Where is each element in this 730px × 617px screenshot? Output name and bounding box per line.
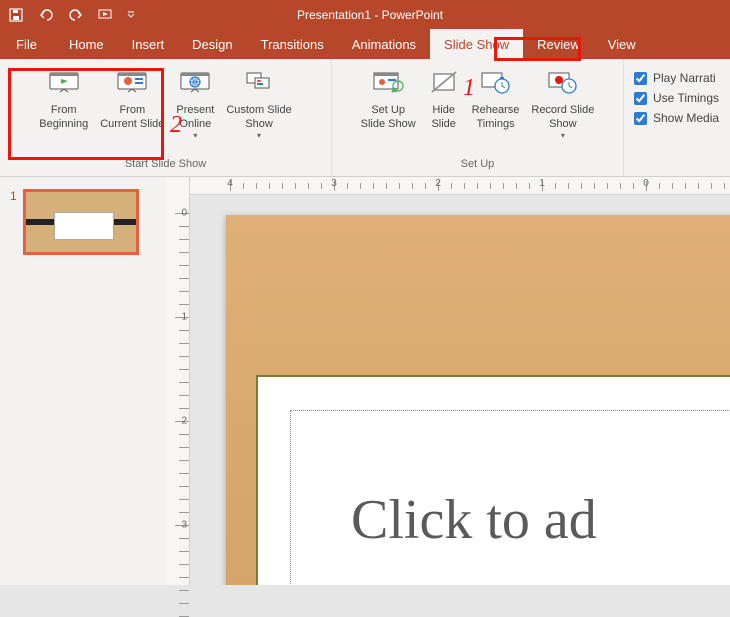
horizontal-ruler: 4 3 2 1 0 (190, 177, 730, 195)
play-narrations-checkbox[interactable]: Play Narrati (634, 71, 719, 85)
ruler-label: 4 (227, 178, 233, 189)
play-narrations-label: Play Narrati (653, 71, 716, 85)
group-label-start: Start Slide Show (125, 155, 206, 175)
record-slideshow-icon (547, 67, 579, 99)
custom-slideshow-label: Custom SlideShow (226, 103, 291, 131)
tab-view[interactable]: View (594, 29, 650, 59)
chevron-down-icon: ▾ (193, 131, 197, 140)
show-media-label: Show Media (653, 111, 719, 125)
qat-customize-icon[interactable] (126, 5, 136, 25)
window-title: Presentation1 - PowerPoint (136, 8, 604, 22)
slide: Click to ad (226, 215, 730, 585)
ribbon-tabs: File Home Insert Design Transitions Anim… (0, 29, 730, 59)
set-up-slideshow-button[interactable]: Set UpSlide Show (355, 63, 422, 131)
tab-file[interactable]: File (4, 29, 55, 59)
tab-insert[interactable]: Insert (118, 29, 179, 59)
hide-slide-icon (428, 67, 460, 99)
custom-slideshow-button[interactable]: Custom SlideShow ▾ (220, 63, 297, 140)
ruler-label: 1 (181, 312, 187, 323)
slide-thumbnails-panel: 1 (0, 177, 166, 585)
group-setup: Set UpSlide Show HideSlide RehearseTimin… (332, 59, 624, 176)
from-current-slide-icon (116, 67, 148, 99)
tab-transitions[interactable]: Transitions (247, 29, 338, 59)
chevron-down-icon: ▾ (561, 131, 565, 140)
quick-access-toolbar (6, 5, 136, 25)
ribbon: FromBeginning FromCurrent Slide PresentO… (0, 59, 730, 177)
tab-home[interactable]: Home (55, 29, 118, 59)
set-up-slideshow-label: Set UpSlide Show (361, 103, 416, 131)
group-start-slideshow: FromBeginning FromCurrent Slide PresentO… (0, 59, 332, 176)
group-label-setup: Set Up (461, 155, 495, 175)
from-beginning-button[interactable]: FromBeginning (33, 63, 94, 131)
ruler-label: 0 (643, 178, 649, 189)
slideshow-from-start-icon[interactable] (96, 5, 116, 25)
checkbox-input[interactable] (634, 72, 647, 85)
ruler-label: 1 (539, 178, 545, 189)
use-timings-label: Use Timings (653, 91, 719, 105)
present-online-icon (179, 67, 211, 99)
chevron-down-icon: ▾ (257, 131, 261, 140)
checkbox-input[interactable] (634, 92, 647, 105)
from-beginning-label: FromBeginning (39, 103, 88, 131)
save-icon[interactable] (6, 5, 26, 25)
rehearse-timings-button[interactable]: RehearseTimings (466, 63, 526, 131)
rehearse-timings-label: RehearseTimings (472, 103, 520, 131)
ruler-label: 2 (181, 416, 187, 427)
title-placeholder[interactable]: Click to ad (290, 410, 730, 585)
tab-slideshow[interactable]: Slide Show (430, 29, 523, 59)
ruler-label: 2 (435, 178, 441, 189)
work-area: 1 0 1 2 3 4 3 2 1 0 Click to ad (0, 177, 730, 585)
thumbnail-number: 1 (10, 189, 17, 573)
setup-checkboxes: Play Narrati Use Timings Show Media (624, 59, 727, 176)
record-slideshow-label: Record SlideShow (531, 103, 594, 131)
tab-animations[interactable]: Animations (338, 29, 430, 59)
rehearse-timings-icon (480, 67, 512, 99)
use-timings-checkbox[interactable]: Use Timings (634, 91, 719, 105)
slide-thumbnail-1[interactable] (23, 189, 139, 255)
show-media-checkbox[interactable]: Show Media (634, 111, 719, 125)
present-online-label: PresentOnline (176, 103, 214, 131)
hide-slide-label: HideSlide (431, 103, 455, 131)
title-placeholder-text: Click to ad (351, 488, 597, 552)
tab-design[interactable]: Design (178, 29, 246, 59)
set-up-slideshow-icon (372, 67, 404, 99)
ruler-label: 3 (331, 178, 337, 189)
ruler-label: 0 (181, 208, 187, 219)
checkbox-input[interactable] (634, 112, 647, 125)
hide-slide-button[interactable]: HideSlide (422, 63, 466, 131)
from-current-slide-button[interactable]: FromCurrent Slide (94, 63, 170, 131)
custom-slideshow-icon (243, 67, 275, 99)
present-online-button[interactable]: PresentOnline ▾ (170, 63, 220, 140)
canvas-wrap: 0 1 2 3 4 3 2 1 0 Click to ad (166, 177, 730, 585)
tab-review[interactable]: Review (523, 29, 594, 59)
from-beginning-icon (48, 67, 80, 99)
redo-icon[interactable] (66, 5, 86, 25)
from-current-slide-label: FromCurrent Slide (100, 103, 164, 131)
record-slideshow-button[interactable]: Record SlideShow ▾ (525, 63, 600, 140)
slide-editor[interactable]: Click to ad (190, 195, 730, 585)
vertical-ruler: 0 1 2 3 (166, 177, 190, 585)
undo-icon[interactable] (36, 5, 56, 25)
titlebar: Presentation1 - PowerPoint (0, 0, 730, 29)
ruler-label: 3 (181, 520, 187, 531)
